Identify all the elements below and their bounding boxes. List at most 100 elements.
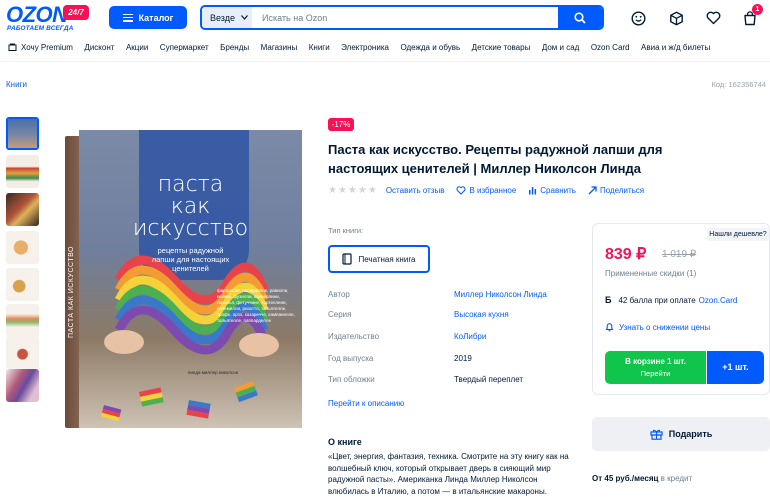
about-book-text: «Цвет, энергия, фантазия, техника. Смотр… <box>328 452 569 496</box>
header: OZON 24/7 РАБОТАЕМ ВСЕГДА Каталог Везде … <box>0 0 770 36</box>
thumbnail-3[interactable] <box>6 193 39 226</box>
profile-button[interactable] <box>628 8 648 28</box>
in-cart-button[interactable]: В корзине 1 шт. Перейти <box>605 351 706 384</box>
cart-count-badge: 1 <box>752 4 763 15</box>
ozon-logo[interactable]: OZON 24/7 РАБОТАЕМ ВСЕГДА <box>6 4 90 32</box>
thumbnail-image <box>6 193 39 226</box>
nav-item-label: Хочу Premium <box>21 42 73 52</box>
add-one-more-button[interactable]: +1 шт. <box>707 351 764 384</box>
favorites-button[interactable] <box>703 8 723 28</box>
smile-icon <box>630 10 646 26</box>
thumbnail-4[interactable] <box>6 231 39 264</box>
compare-icon <box>529 187 537 195</box>
ozon-premium-icon <box>8 43 17 51</box>
spec-key: Год выпуска <box>328 354 374 363</box>
cover-title-line: паста <box>157 172 224 197</box>
thumbnail-8[interactable] <box>6 369 39 402</box>
orders-button[interactable] <box>666 8 686 28</box>
credit-suffix: в кредит <box>660 474 693 483</box>
applied-discounts[interactable]: Примененные скидки (1) <box>605 269 696 278</box>
book-cover-small-text: фарфалле, папарделле, равиоли, ньокки, ф… <box>217 288 295 323</box>
product-code: Код: 162356744 <box>711 80 766 89</box>
spec-key: Автор <box>328 290 350 299</box>
logo-tagline: РАБОТАЕМ ВСЕГДА <box>7 25 74 32</box>
search-scope-select[interactable]: Везде <box>202 7 252 28</box>
logo-word: OZON <box>6 2 68 27</box>
nav-item-tickets[interactable]: Авиа и ж/д билеты <box>641 43 710 52</box>
credit-amount: 45 руб./месяц <box>604 474 659 483</box>
about-book-heading: О книге <box>328 437 362 447</box>
spec-value-publisher[interactable]: КоЛибри <box>454 332 486 341</box>
book-type-label: Тип книги: <box>328 226 364 235</box>
thumbnail-1[interactable] <box>6 117 39 150</box>
nav-item-discount[interactable]: Дисконт <box>84 43 114 52</box>
thumbnail-6[interactable] <box>6 304 39 337</box>
share-link[interactable]: Поделиться <box>588 186 644 195</box>
logo-badge: 24/7 <box>63 5 89 20</box>
leave-review-link[interactable]: Оставить отзыв <box>386 186 445 195</box>
ozon-card-link[interactable]: Ozon.Card <box>699 296 738 305</box>
bonus-icon: Б <box>605 295 612 305</box>
in-cart-label: В корзине 1 шт. <box>625 357 686 366</box>
search-button[interactable] <box>558 7 602 28</box>
bonus-text: 42 балла при оплате <box>618 295 696 305</box>
thumbnail-image <box>6 155 39 188</box>
go-to-cart-label: Перейти <box>640 369 671 378</box>
search-scope-value: Везде <box>210 12 235 23</box>
book-cover: паста как искусство рецепты радужной лап… <box>79 130 302 428</box>
nav-item-promotions[interactable]: Акции <box>126 43 148 52</box>
nav-item-stores[interactable]: Магазины <box>261 43 298 52</box>
spec-value-cover: Твердый переплет <box>454 375 524 384</box>
thumbnail-image <box>6 268 39 301</box>
box-icon <box>669 11 683 25</box>
spec-value-author[interactable]: Миллер Николсон Линда <box>454 290 547 299</box>
product-image[interactable]: ПАСТА КАК ИСКУССТВО паста как искусство … <box>65 130 302 428</box>
old-price: 1 019 ₽ <box>662 249 697 260</box>
credit-prefix: От <box>592 474 603 483</box>
product-actions: ★★★★★ Оставить отзыв В избранное Сравнит… <box>328 185 656 196</box>
leave-review-label: Оставить отзыв <box>385 186 445 195</box>
book-type-value: Печатная книга <box>358 254 416 264</box>
credit-offer[interactable]: От 45 руб./месяц в кредит <box>592 474 692 483</box>
nav-item-clothes[interactable]: Одежда и обувь <box>400 43 460 52</box>
nav-item-kids[interactable]: Детские товары <box>472 43 531 52</box>
catalog-button[interactable]: Каталог <box>109 6 187 29</box>
nav-item-electronics[interactable]: Электроника <box>341 43 389 52</box>
search-input[interactable]: Искать на Ozon <box>252 7 558 28</box>
heart-icon <box>706 11 720 25</box>
search-placeholder: Искать на Ozon <box>262 12 328 23</box>
favorites-label: В избранное <box>469 186 517 195</box>
nav-item-home[interactable]: Дом и сад <box>542 43 580 52</box>
divider <box>0 61 770 62</box>
compare-link[interactable]: Сравнить <box>528 186 576 195</box>
nav-item-supermarket[interactable]: Супермаркет <box>160 43 209 52</box>
book-icon <box>342 253 353 265</box>
book-spine-text: ПАСТА КАК ИСКУССТВО <box>68 246 75 339</box>
thumbnail-5[interactable] <box>6 268 39 301</box>
book-cover-title: паста как искусство <box>79 174 302 240</box>
bonus-points: Б 42 балла при оплате Ozon.Card <box>605 295 737 305</box>
spec-key: Тип обложки <box>328 375 375 384</box>
nav-item-premium[interactable]: Хочу Premium <box>8 43 73 52</box>
nav-item-ozon-card[interactable]: Ozon Card <box>591 43 630 52</box>
book-type-option[interactable]: Печатная книга <box>328 245 430 273</box>
price-drop-notify-link[interactable]: Узнать о снижении цены <box>605 322 710 332</box>
spec-value-series[interactable]: Высокая кухня <box>454 310 509 319</box>
bell-icon <box>605 323 614 332</box>
breadcrumb[interactable]: Книги <box>6 80 27 89</box>
gift-button[interactable]: Подарить <box>592 417 770 451</box>
found-cheaper-button[interactable]: Нашли дешевле? <box>707 228 769 241</box>
top-nav: Хочу Premium Дисконт Акции Супермаркет Б… <box>8 41 722 53</box>
thumbnail-2[interactable] <box>6 155 39 188</box>
nav-item-books[interactable]: Книги <box>309 43 330 52</box>
add-to-favorites-link[interactable]: В избранное <box>456 186 516 195</box>
go-to-description-link[interactable]: Перейти к описанию <box>328 399 404 408</box>
book-cover-author: линда миллер николсон <box>187 370 239 375</box>
thumbnail-image <box>8 119 37 148</box>
thumbnail-image <box>6 336 39 369</box>
nav-item-brands[interactable]: Бренды <box>220 43 249 52</box>
spec-key: Серия <box>328 310 352 319</box>
cart-button[interactable]: 1 <box>740 4 763 28</box>
rating-stars[interactable]: ★★★★★ <box>328 185 378 196</box>
thumbnail-7[interactable] <box>6 336 39 369</box>
